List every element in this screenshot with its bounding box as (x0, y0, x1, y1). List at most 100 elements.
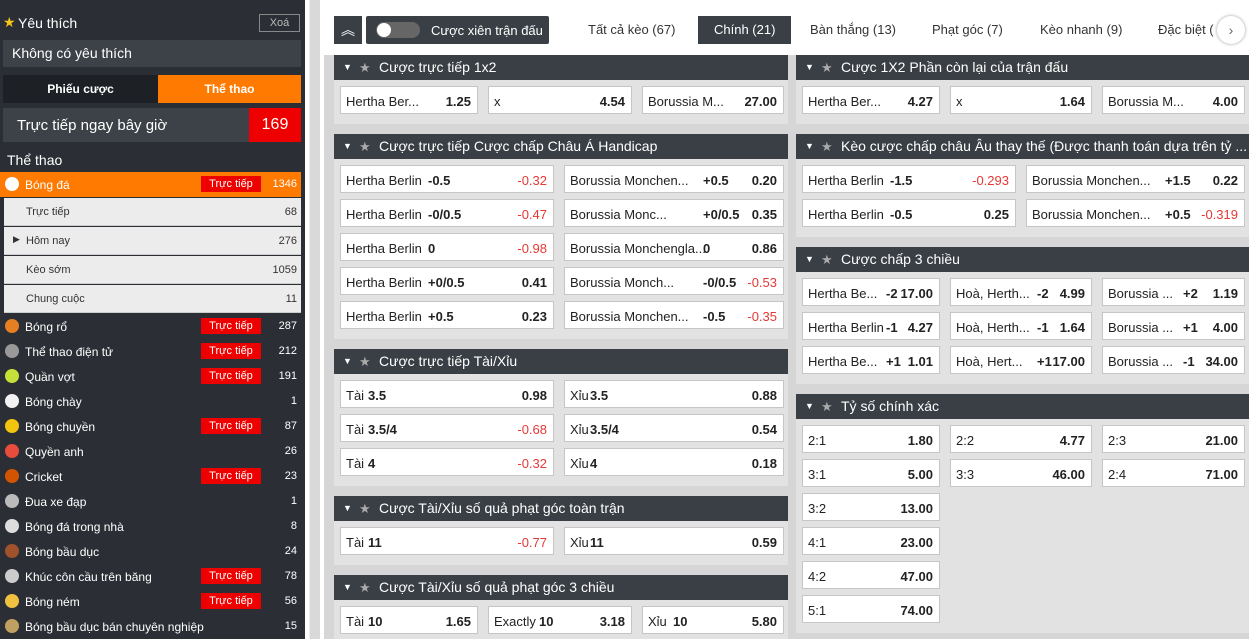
sport-item[interactable]: Bóng chày 1 (0, 389, 301, 414)
market-header[interactable]: ▼ ★ Cược 1X2 Phần còn lại của trận đấu (796, 55, 1249, 80)
sub-item[interactable]: Kèo sớm 1059 (4, 256, 301, 284)
odds-cell[interactable]: Borussia M... 4.00 (1102, 86, 1245, 114)
market-tab[interactable]: Bàn thắng (13) (810, 16, 896, 44)
parlay-toggle[interactable]: Cược xiên trận đấu (366, 16, 549, 44)
market-header[interactable]: ▼ ★ Cược chấp 3 chiều (796, 247, 1249, 272)
star-icon[interactable]: ★ (359, 496, 371, 521)
sport-item[interactable]: Quần vợt Trực tiếp 191 (0, 364, 301, 389)
odds-cell[interactable]: Tài 3.5 0.98 (340, 380, 554, 408)
odds-value[interactable]: 34.00 (1205, 354, 1238, 369)
sport-item[interactable]: Đua xe đạp 1 (0, 489, 301, 514)
odds-cell[interactable]: Borussia Monchen... +1.5 0.22 (1026, 165, 1245, 193)
sub-item[interactable]: ▶ Hôm nay 276 (4, 227, 301, 255)
odds-value[interactable]: 0.98 (522, 388, 547, 403)
odds-cell[interactable]: Hertha Berlin 0 -0.98 (340, 233, 554, 261)
odds-cell[interactable]: 2:3 21.00 (1102, 425, 1245, 453)
odds-value[interactable]: 0.41 (522, 275, 547, 290)
odds-cell[interactable]: Hertha Be... -2 17.00 (802, 278, 940, 306)
odds-cell[interactable]: Hoà, Herth... -1 1.64 (950, 312, 1092, 340)
odds-value[interactable]: 0.86 (752, 241, 777, 256)
odds-cell[interactable]: Hertha Berlin -1 4.27 (802, 312, 940, 340)
odds-value[interactable]: 1.65 (446, 614, 471, 629)
tab-sports[interactable]: Thể thao (158, 75, 301, 103)
market-header[interactable]: ▼ ★ Cược trực tiếp 1x2 (334, 55, 788, 80)
odds-cell[interactable]: Borussia Monchen... -0.5 -0.35 (564, 301, 784, 329)
odds-value[interactable]: 5.80 (752, 614, 777, 629)
odds-cell[interactable]: Tài 3.5/4 -0.68 (340, 414, 554, 442)
odds-cell[interactable]: Hertha Berlin +0/0.5 0.41 (340, 267, 554, 295)
sport-item[interactable]: Bóng bầu dục bán chuyên nghiệp 15 (0, 614, 301, 639)
odds-cell[interactable]: 4:1 23.00 (802, 527, 940, 555)
odds-value[interactable]: 13.00 (900, 501, 933, 516)
odds-cell[interactable]: Borussia Monchen... +0.5 0.20 (564, 165, 784, 193)
odds-value[interactable]: 27.00 (744, 94, 777, 109)
odds-value[interactable]: 1.80 (908, 433, 933, 448)
odds-cell[interactable]: 3:3 46.00 (950, 459, 1092, 487)
odds-cell[interactable]: Xỉu 3.5/4 0.54 (564, 414, 784, 442)
sidebar-scrollbar[interactable] (309, 0, 320, 639)
odds-cell[interactable]: Tài 4 -0.32 (340, 448, 554, 476)
odds-value[interactable]: -0.32 (517, 173, 547, 188)
odds-value[interactable]: -0.35 (747, 309, 777, 324)
odds-cell[interactable]: 3:2 13.00 (802, 493, 940, 521)
odds-value[interactable]: 0.20 (752, 173, 777, 188)
sub-item[interactable]: Trực tiếp 68 (4, 198, 301, 226)
sport-item[interactable]: Bóng ném Trực tiếp 56 (0, 589, 301, 614)
market-header[interactable]: ▼ ★ Cược Tài/Xỉu số quả phạt góc toàn trận (334, 496, 788, 521)
star-icon[interactable]: ★ (359, 575, 371, 600)
next-tabs-button[interactable]: › (1217, 16, 1245, 44)
odds-value[interactable]: 4.27 (908, 320, 933, 335)
odds-cell[interactable]: 5:1 74.00 (802, 595, 940, 623)
odds-value[interactable]: -0.319 (1201, 207, 1238, 222)
odds-value[interactable]: 3.18 (600, 614, 625, 629)
odds-value[interactable]: 4.99 (1060, 286, 1085, 301)
star-icon[interactable]: ★ (821, 55, 833, 80)
sport-item[interactable]: Cricket Trực tiếp 23 (0, 464, 301, 489)
clear-favorites-button[interactable]: Xoá (259, 14, 300, 32)
odds-cell[interactable]: Hoà, Hert... +1 17.00 (950, 346, 1092, 374)
odds-value[interactable]: 0.25 (984, 207, 1009, 222)
odds-cell[interactable]: Borussia ... +1 4.00 (1102, 312, 1245, 340)
tab-bet-slip[interactable]: Phiếu cược (3, 75, 158, 103)
odds-cell[interactable]: Borussia M... 27.00 (642, 86, 784, 114)
odds-cell[interactable]: Borussia ... +2 1.19 (1102, 278, 1245, 306)
odds-value[interactable]: -0.77 (517, 535, 547, 550)
odds-value[interactable]: 1.64 (1060, 94, 1085, 109)
toggle-switch[interactable] (376, 22, 420, 38)
market-tab[interactable]: Tất cả kèo (67) (588, 16, 675, 44)
odds-cell[interactable]: Exactly 10 3.18 (488, 606, 632, 634)
star-icon[interactable]: ★ (359, 349, 371, 374)
odds-value[interactable]: -0.98 (517, 241, 547, 256)
odds-cell[interactable]: x 4.54 (488, 86, 632, 114)
odds-value[interactable]: 21.00 (1205, 433, 1238, 448)
market-header[interactable]: ▼ ★ Cược trực tiếp Tài/Xỉu (334, 349, 788, 374)
odds-cell[interactable]: Hertha Ber... 1.25 (340, 86, 478, 114)
sport-item[interactable]: Bóng đá Trực tiếp 1346 (0, 172, 301, 197)
market-tab[interactable]: Kèo nhanh (9) (1040, 16, 1122, 44)
market-tab[interactable]: Phạt góc (7) (932, 16, 1003, 44)
odds-value[interactable]: -0.53 (747, 275, 777, 290)
odds-value[interactable]: 71.00 (1205, 467, 1238, 482)
star-icon[interactable]: ★ (821, 247, 833, 272)
odds-value[interactable]: -0.68 (517, 422, 547, 437)
star-icon[interactable]: ★ (821, 394, 833, 419)
odds-cell[interactable]: 2:2 4.77 (950, 425, 1092, 453)
odds-cell[interactable]: Borussia Monchengla... 0 0.86 (564, 233, 784, 261)
market-tab[interactable]: Đặc biệt ( (1158, 16, 1214, 44)
odds-value[interactable]: 1.01 (908, 354, 933, 369)
star-icon[interactable]: ★ (359, 134, 371, 159)
collapse-all-button[interactable]: ︽ (334, 16, 362, 44)
star-icon[interactable]: ★ (821, 134, 833, 159)
odds-value[interactable]: 17.00 (900, 286, 933, 301)
odds-cell[interactable]: Xỉu 10 5.80 (642, 606, 784, 634)
odds-cell[interactable]: Hoà, Herth... -2 4.99 (950, 278, 1092, 306)
sport-item[interactable]: Bóng đá trong nhà 8 (0, 514, 301, 539)
odds-value[interactable]: -0.47 (517, 207, 547, 222)
odds-cell[interactable]: Borussia Monch... -0/0.5 -0.53 (564, 267, 784, 295)
sport-item[interactable]: Thể thao điện tử Trực tiếp 212 (0, 339, 301, 364)
market-tab[interactable]: Chính (21) (698, 16, 792, 44)
live-now-bar[interactable]: Trực tiếp ngay bây giờ 169 (3, 108, 301, 142)
odds-value[interactable]: 4.00 (1213, 320, 1238, 335)
odds-cell[interactable]: Xỉu 4 0.18 (564, 448, 784, 476)
odds-value[interactable]: 4.00 (1213, 94, 1238, 109)
